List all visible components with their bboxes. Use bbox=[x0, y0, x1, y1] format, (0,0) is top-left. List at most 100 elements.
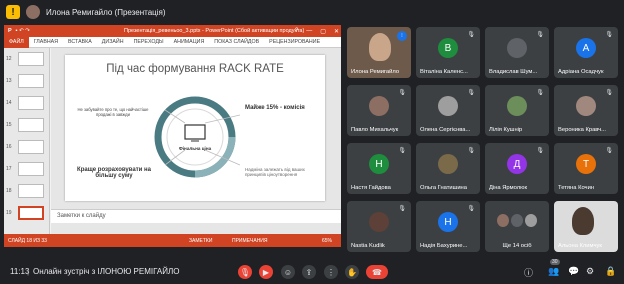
mic-off-icon: 🎙 bbox=[605, 148, 613, 154]
slide-thumbnail[interactable] bbox=[18, 118, 44, 132]
avatar bbox=[438, 154, 458, 174]
participant-tile[interactable]: 🎙 Олена Сергієнва... bbox=[416, 85, 480, 136]
tab-design[interactable]: ДИЗАЙН bbox=[97, 39, 129, 45]
tab-home[interactable]: ГЛАВНАЯ bbox=[29, 39, 63, 45]
participant-tile-presenter[interactable]: ⁞ Илона Ремигайло bbox=[347, 27, 411, 78]
meet-window: ! Илона Ремигайло (Презентація) P ▪ ↶ ↷ … bbox=[0, 0, 624, 284]
info-icon[interactable]: ⓘ bbox=[524, 266, 533, 279]
more-options-button[interactable]: ⋮ bbox=[324, 265, 338, 279]
activities-icon[interactable]: ⚙ bbox=[586, 266, 594, 277]
tab-file[interactable]: ФАЙЛ bbox=[4, 36, 29, 48]
avatar bbox=[576, 96, 596, 116]
slide-thumbnail[interactable] bbox=[18, 184, 44, 198]
presentation-area: P ▪ ↶ ↷ Презентація_ревеньоо_3.pptx - Po… bbox=[4, 25, 341, 247]
tab-animation[interactable]: АНИМАЦИЯ bbox=[169, 39, 210, 45]
avatar: А bbox=[576, 38, 596, 58]
ppt-titlebar: P ▪ ↶ ↷ Презентація_ревеньоо_3.pptx - Po… bbox=[4, 25, 341, 37]
participant-tile[interactable]: 🎙 Т Тетяна Кочин bbox=[554, 143, 618, 194]
mic-off-icon: 🎙 bbox=[536, 148, 544, 154]
window-controls: ? — ▢ ✕ bbox=[294, 27, 339, 35]
participant-name: Nastia Kudlik bbox=[351, 243, 385, 249]
participant-tile[interactable]: 🎙 Вероника Кравч... bbox=[554, 85, 618, 136]
mic-off-icon: 🎙 bbox=[467, 148, 475, 154]
thumb-number: 14 bbox=[6, 100, 12, 106]
slide-center-label: Фінальна ціна bbox=[178, 146, 212, 151]
present-button[interactable]: ⇪ bbox=[302, 265, 316, 279]
mic-off-icon: 🎙 bbox=[398, 90, 406, 96]
avatar bbox=[369, 96, 389, 116]
avatar: Т bbox=[576, 154, 596, 174]
avatar: Д bbox=[507, 154, 527, 174]
emoji-button[interactable]: ☺ bbox=[281, 265, 295, 279]
notes-pane[interactable]: Заметки к слайду bbox=[51, 209, 341, 223]
presenter-avatar bbox=[26, 5, 40, 19]
participant-tile[interactable]: 🎙 В Віталіна Каленс... bbox=[416, 27, 480, 78]
end-call-button[interactable]: ☎ bbox=[366, 265, 388, 279]
slide-right-top-text: Майже 15% - комісія bbox=[245, 105, 305, 111]
shield-icon[interactable]: ! bbox=[6, 5, 20, 19]
participant-tile[interactable]: 🎙 А Адріана Осадчук bbox=[554, 27, 618, 78]
participant-name: Павло Михальчук bbox=[351, 127, 399, 133]
slide-thumbnail[interactable] bbox=[18, 140, 44, 154]
chat-icon[interactable]: 💬 bbox=[568, 266, 579, 277]
slide-thumbnail[interactable] bbox=[18, 74, 44, 88]
slide-thumbnail-selected[interactable] bbox=[18, 206, 44, 220]
participant-tile[interactable]: 🎙 Н Настя Гайдова bbox=[347, 143, 411, 194]
participant-name: Ольга Гнатишина bbox=[420, 185, 467, 191]
ppt-ribbon: ФАЙЛ ГЛАВНАЯ ВСТАВКА ДИЗАЙН ПЕРЕХОДЫ АНИ… bbox=[4, 36, 341, 48]
presentation-title: Илона Ремигайло (Презентація) bbox=[46, 7, 166, 17]
participant-name: Діна Ярмолюк bbox=[489, 185, 528, 191]
avatar: В bbox=[438, 38, 458, 58]
participant-name: Надія Бахурине... bbox=[420, 243, 468, 249]
people-icon[interactable]: 👥 bbox=[548, 266, 559, 277]
tab-review[interactable]: РЕЦЕНЗИРОВАНИЕ bbox=[264, 39, 325, 45]
participant-tile[interactable]: 🎙 Павло Михальчук bbox=[347, 85, 411, 136]
mic-button[interactable]: 🎙 bbox=[238, 265, 252, 279]
mic-off-icon: 🎙 bbox=[398, 148, 406, 154]
slide-thumbnail[interactable] bbox=[18, 96, 44, 110]
mic-off-icon: 🎙 bbox=[467, 90, 475, 96]
mic-off-icon: 🎙 bbox=[605, 90, 613, 96]
slide-editor: Під час формування RACK RATE Не забувайт… bbox=[51, 48, 341, 234]
participant-name: Вероника Кравч... bbox=[558, 127, 606, 133]
thumb-number: 18 bbox=[6, 188, 12, 194]
mic-off-icon: 🎙 bbox=[467, 206, 475, 212]
participant-name: Настя Гайдова bbox=[351, 185, 391, 191]
avatar-stack bbox=[497, 214, 537, 230]
inner-circle bbox=[166, 108, 224, 166]
slide-thumbnail[interactable] bbox=[18, 162, 44, 176]
participant-tile[interactable]: 🎙 Н Надія Бахурине... bbox=[416, 201, 480, 252]
participant-tile[interactable]: 🎙 Nastia Kudlik bbox=[347, 201, 411, 252]
tab-transitions[interactable]: ПЕРЕХОДЫ bbox=[129, 39, 169, 45]
tab-slideshow[interactable]: ПОКАЗ СЛАЙДОВ bbox=[209, 39, 264, 45]
slide-diagram bbox=[154, 96, 241, 178]
more-participants-tile[interactable]: Ще 14 осіб bbox=[485, 201, 549, 252]
thumb-number: 19 bbox=[6, 210, 12, 216]
zoom-level[interactable]: 65% bbox=[322, 238, 332, 244]
mic-off-icon: 🎙 bbox=[536, 32, 544, 38]
slide-counter: СЛАЙД 18 ИЗ 33 bbox=[8, 237, 47, 244]
thumb-number: 16 bbox=[6, 144, 12, 150]
participant-tile-video[interactable]: Альона Климчук bbox=[554, 201, 618, 252]
participant-tile[interactable]: 🎙 Владислав Шум... bbox=[485, 27, 549, 78]
thumb-number: 13 bbox=[6, 78, 12, 84]
slide-thumbnail[interactable] bbox=[18, 52, 44, 66]
speaking-icon: ⁞ bbox=[397, 31, 407, 41]
notes-toggle[interactable]: ЗАМЕТКИ bbox=[189, 238, 212, 244]
ppt-window-title: Презентація_ревеньоо_3.pptx - PowerPoint… bbox=[124, 28, 305, 34]
participant-tile[interactable]: 🎙 Ольга Гнатишина bbox=[416, 143, 480, 194]
comments-toggle[interactable]: ПРИМЕЧАНИЯ bbox=[232, 238, 268, 244]
camera-button[interactable]: ▶ bbox=[259, 265, 273, 279]
slide-canvas: Під час формування RACK RATE Не забувайт… bbox=[65, 55, 325, 201]
avatar: Н bbox=[369, 154, 389, 174]
avatar bbox=[438, 96, 458, 116]
slide-left-bottom-text: Краще розраховувати на більшу суму bbox=[77, 167, 151, 179]
participant-tile[interactable]: 🎙 Д Діна Ярмолюк bbox=[485, 143, 549, 194]
participant-name: Альона Климчук bbox=[558, 243, 602, 249]
avatar bbox=[507, 96, 527, 116]
participant-tile[interactable]: 🎙 Лілія Кушнір bbox=[485, 85, 549, 136]
lock-icon[interactable]: 🔒 bbox=[605, 266, 616, 277]
tab-insert[interactable]: ВСТАВКА bbox=[63, 39, 97, 45]
participant-name: Илона Ремигайло bbox=[351, 69, 400, 75]
raise-hand-button[interactable]: ✋ bbox=[345, 265, 359, 279]
